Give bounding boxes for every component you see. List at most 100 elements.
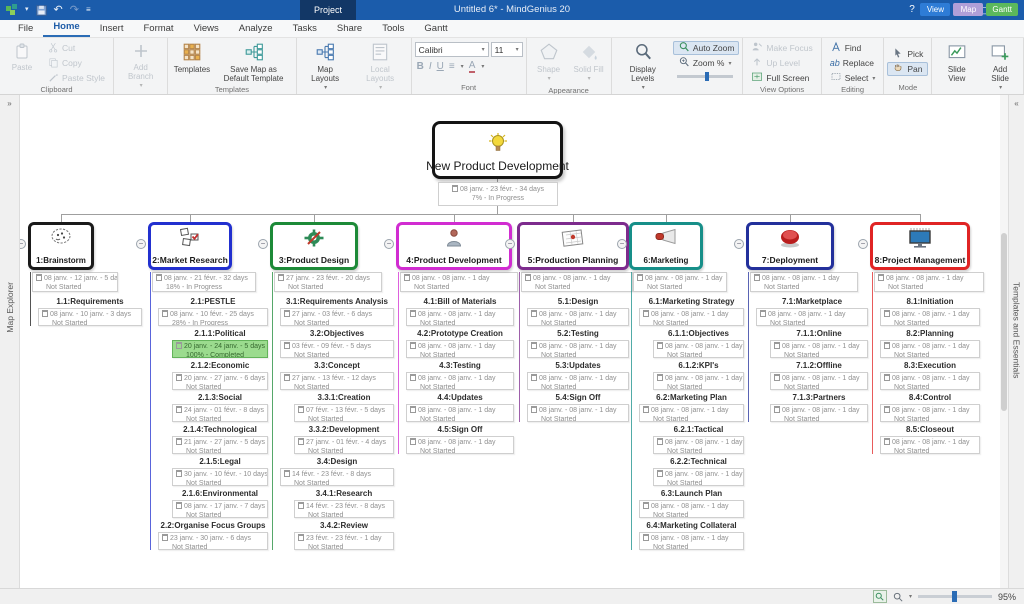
branch-node[interactable]: 7:Deployment — [746, 222, 834, 270]
topic-dates[interactable]: 08 janv. - 08 janv. - 1 dayNot Started — [880, 372, 980, 390]
qat-customize-icon[interactable]: ≡ — [86, 3, 91, 17]
topic-label[interactable]: 4.4:Updates — [406, 392, 514, 404]
save-icon[interactable] — [36, 5, 47, 16]
branch-dates[interactable]: 08 janv. - 21 févr. - 32 days18% - In Pr… — [152, 272, 256, 292]
topic-dates[interactable]: 08 janv. - 10 févr. - 25 days28% - In Pr… — [158, 308, 268, 326]
collapse-toggle[interactable]: − — [858, 239, 868, 249]
topic-label[interactable]: 5.1:Design — [527, 296, 629, 308]
topic-label[interactable]: 8.4:Control — [880, 392, 980, 404]
branch-dates[interactable]: 08 janv. - 12 janv. - 5 daysNot Started — [32, 272, 118, 292]
collapse-toggle[interactable]: − — [20, 239, 26, 249]
branch-dates[interactable]: 27 janv. - 23 févr. - 20 daysNot Started — [274, 272, 382, 292]
topic-dates[interactable]: 08 janv. - 08 janv. - 1 dayNot Started — [880, 340, 980, 358]
topic-label[interactable]: 2.1:PESTLE− — [158, 296, 268, 308]
map-canvas[interactable]: New Product Development08 janv. - 23 fév… — [20, 95, 1008, 588]
topic-label[interactable]: 6.1.2:KPI's — [653, 360, 744, 372]
font-color-button[interactable]: A — [469, 60, 476, 73]
topic-label[interactable]: 2.2:Organise Focus Groups — [158, 520, 268, 532]
topic-dates[interactable]: 20 janv. - 24 janv. - 5 days100% - Compl… — [172, 340, 268, 358]
tab-tasks[interactable]: Tasks — [283, 21, 327, 37]
topic-label[interactable]: 2.1.2:Economic — [172, 360, 268, 372]
topic-label[interactable]: 3.4:Design− — [280, 456, 394, 468]
tab-analyze[interactable]: Analyze — [229, 21, 283, 37]
topic-dates[interactable]: 08 janv. - 08 janv. - 1 dayNot Started — [770, 404, 868, 422]
bold-button[interactable]: B — [417, 61, 424, 72]
topic-label[interactable]: 6.4:Marketing Collateral− — [639, 520, 744, 532]
topic-label[interactable]: 7.1.2:Offline — [770, 360, 868, 372]
topic-label[interactable]: 2.1.5:Legal — [172, 456, 268, 468]
select-button[interactable]: Select▾ — [825, 71, 881, 85]
branch-node[interactable]: 6:Marketing — [629, 222, 703, 270]
tab-views[interactable]: Views — [184, 21, 229, 37]
italic-button[interactable]: I — [429, 61, 432, 72]
topic-dates[interactable]: 08 janv. - 08 janv. - 1 dayNot Started — [406, 404, 514, 422]
topic-dates[interactable]: 08 janv. - 08 janv. - 1 dayNot Started — [527, 372, 629, 390]
expand-panel-icon[interactable]: » — [0, 99, 19, 108]
topic-dates[interactable]: 08 janv. - 08 janv. - 1 dayNot Started — [653, 372, 744, 390]
topic-dates[interactable]: 08 janv. - 17 janv. - 7 daysNot Started — [172, 500, 268, 518]
topic-label[interactable]: 6.1:Marketing Strategy− — [639, 296, 744, 308]
collapse-toggle[interactable]: − — [505, 239, 515, 249]
tab-gantt[interactable]: Gantt — [414, 21, 457, 37]
topic-label[interactable]: 4.2:Prototype Creation — [406, 328, 514, 340]
tab-share[interactable]: Share — [327, 21, 372, 37]
topic-label[interactable]: 3.3.2:Development — [294, 424, 394, 436]
topic-dates[interactable]: 27 janv. - 03 févr. - 6 daysNot Started — [280, 308, 394, 326]
tab-insert[interactable]: Insert — [90, 21, 134, 37]
topic-label[interactable]: 5.4:Sign Off — [527, 392, 629, 404]
qat-dropdown-icon[interactable]: ▾ — [25, 3, 29, 17]
zoom-slider[interactable] — [918, 595, 992, 598]
topic-dates[interactable]: 08 janv. - 08 janv. - 1 dayNot Started — [653, 436, 744, 454]
canvas-scrollbar[interactable] — [1000, 95, 1008, 588]
topic-dates[interactable]: 03 févr. - 09 févr. - 5 daysNot Started — [280, 340, 394, 358]
map-view-button[interactable]: Map — [953, 3, 983, 16]
topic-dates[interactable]: 08 janv. - 08 janv. - 1 dayNot Started — [653, 340, 744, 358]
topic-label[interactable]: 3.3.1:Creation — [294, 392, 394, 404]
slide-view-button[interactable]: Slide View — [935, 40, 978, 85]
topic-label[interactable]: 7.1:Marketplace− — [756, 296, 868, 308]
font-name-select[interactable]: Calibri▾ — [415, 42, 489, 57]
topic-dates[interactable]: 08 janv. - 08 janv. - 1 dayNot Started — [406, 308, 514, 326]
topic-dates[interactable]: 08 janv. - 08 janv. - 1 dayNot Started — [880, 436, 980, 454]
zoom-slider-thumb[interactable] — [952, 591, 957, 602]
topic-dates[interactable]: 08 janv. - 08 janv. - 1 dayNot Started — [639, 404, 744, 422]
topic-label[interactable]: 6.3:Launch Plan — [639, 488, 744, 500]
collapse-toggle[interactable]: − — [617, 239, 627, 249]
topic-dates[interactable]: 08 janv. - 08 janv. - 1 dayNot Started — [880, 308, 980, 326]
font-size-select[interactable]: 11▾ — [491, 42, 523, 57]
topic-dates[interactable]: 08 janv. - 08 janv. - 1 dayNot Started — [756, 308, 868, 326]
topic-label[interactable]: 3.1:Requirements Analysis — [280, 296, 394, 308]
topic-dates[interactable]: 23 janv. - 30 janv. - 6 daysNot Started — [158, 532, 268, 550]
save-map-as-default-template-button[interactable]: Save Map as Default Template — [215, 40, 293, 85]
branch-node[interactable]: 4:Product Development — [396, 222, 512, 270]
scrollbar-thumb[interactable] — [1001, 233, 1007, 410]
collapse-toggle[interactable]: − — [258, 239, 268, 249]
topic-label[interactable]: 4.3:Testing — [406, 360, 514, 372]
zoom-tool-icon[interactable] — [893, 592, 903, 602]
topic-dates[interactable]: 24 janv. - 01 févr. - 8 daysNot Started — [172, 404, 268, 422]
topic-dates[interactable]: 08 janv. - 08 janv. - 1 dayNot Started — [653, 468, 744, 486]
collapse-toggle[interactable]: − — [384, 239, 394, 249]
templates-button[interactable]: Templates — [171, 40, 212, 76]
topic-label[interactable]: 8.1:Initiation — [880, 296, 980, 308]
topic-label[interactable]: 2.1.6:Environmental — [172, 488, 268, 500]
topic-dates[interactable]: 08 janv. - 08 janv. - 1 dayNot Started — [406, 372, 514, 390]
topic-dates[interactable]: 20 janv. - 27 janv. - 6 daysNot Started — [172, 372, 268, 390]
underline-button[interactable]: U — [437, 61, 444, 72]
topic-label[interactable]: 7.1.1:Online — [770, 328, 868, 340]
tab-tools[interactable]: Tools — [372, 21, 414, 37]
topic-label[interactable]: 7.1.3:Partners — [770, 392, 868, 404]
topic-label[interactable]: 3.2:Objectives — [280, 328, 394, 340]
topic-label[interactable]: 6.2:Marketing Plan− — [639, 392, 744, 404]
fit-map-button[interactable] — [873, 590, 887, 603]
add-slide-button[interactable]: Add Slide ▾ — [980, 40, 1020, 95]
tab-file[interactable]: File — [8, 21, 43, 37]
root-node[interactable]: New Product Development — [432, 121, 563, 179]
expand-panel-icon[interactable]: « — [1009, 99, 1024, 108]
branch-dates[interactable]: 08 janv. - 08 janv. - 1 dayNot Started — [521, 272, 633, 292]
view-view-button[interactable]: View — [920, 3, 950, 16]
branch-node[interactable]: 3:Product Design — [270, 222, 358, 270]
ribbon-zoom-slider[interactable] — [677, 75, 733, 78]
topic-label[interactable]: 8.5:Closeout — [880, 424, 980, 436]
branch-node[interactable]: 5:Production Planning — [517, 222, 629, 270]
